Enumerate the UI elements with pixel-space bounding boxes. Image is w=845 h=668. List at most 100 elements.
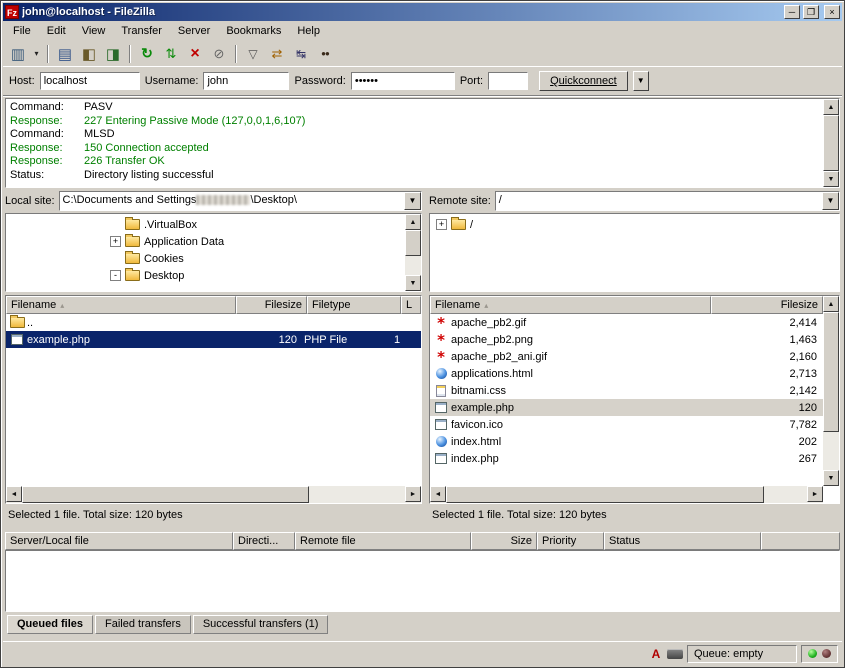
scroll-down-icon[interactable]: ▼ — [405, 275, 421, 291]
directory-comparison-icon[interactable]: ⇄ — [266, 43, 288, 65]
quickconnect-dropdown-icon[interactable]: ▼ — [633, 71, 649, 91]
file-row[interactable]: * apache_pb2.png 1,463 — [430, 331, 823, 348]
scroll-up-icon[interactable]: ▲ — [823, 296, 839, 312]
menu-bookmarks[interactable]: Bookmarks — [218, 23, 289, 39]
remote-list-hscrollbar[interactable]: ◄ ► — [430, 486, 823, 503]
column-header-filesize[interactable]: Filesize — [711, 296, 823, 314]
file-row[interactable]: index.html 202 — [430, 433, 823, 450]
tree-expander-icon[interactable]: + — [436, 219, 447, 230]
ico-file-icon — [433, 419, 449, 430]
menu-transfer[interactable]: Transfer — [113, 23, 170, 39]
column-header-filename[interactable]: Filename▴ — [6, 296, 236, 314]
host-input[interactable] — [40, 72, 140, 90]
file-row-parent-dir[interactable]: .. — [6, 314, 421, 331]
combo-dropdown-icon[interactable]: ▼ — [404, 192, 421, 210]
folder-icon — [9, 317, 25, 328]
file-row[interactable]: applications.html 2,713 — [430, 365, 823, 382]
queue-column-priority[interactable]: Priority — [537, 532, 604, 550]
local-site-combo[interactable]: C:\Documents and Settings\Desktop\ ▼ — [59, 191, 422, 211]
scroll-thumb[interactable] — [823, 115, 839, 171]
file-row-selected[interactable]: example.php 120 — [430, 399, 823, 416]
refresh-icon[interactable]: ↻ — [136, 43, 158, 65]
queue-column-remote-file[interactable]: Remote file — [295, 532, 471, 550]
tab-queued-files[interactable]: Queued files — [7, 615, 93, 634]
menu-server[interactable]: Server — [170, 23, 218, 39]
scroll-right-icon[interactable]: ► — [405, 486, 421, 502]
menu-file[interactable]: File — [5, 23, 39, 39]
scroll-up-icon[interactable]: ▲ — [405, 214, 421, 230]
queue-column-size[interactable]: Size — [471, 532, 537, 550]
combo-dropdown-icon[interactable]: ▼ — [822, 192, 839, 210]
local-list-body: .. example.php 120 PHP File 1 — [6, 314, 421, 486]
queue-column-direction[interactable]: Directi... — [233, 532, 295, 550]
column-header-filename[interactable]: Filename▴ — [430, 296, 711, 314]
scroll-thumb[interactable] — [405, 230, 421, 256]
quickconnect-bar: Host: Username: Password: Port: Quickcon… — [3, 67, 842, 96]
pane-splitter[interactable] — [3, 525, 842, 532]
column-header-filesize[interactable]: Filesize — [236, 296, 307, 314]
minimize-button[interactable]: ─ — [784, 5, 800, 19]
password-input[interactable] — [351, 72, 455, 90]
local-list-hscrollbar[interactable]: ◄ ► — [6, 486, 421, 503]
remote-site-combo[interactable]: / ▼ — [495, 191, 840, 211]
synchronized-browsing-icon[interactable]: ↹ — [290, 43, 312, 65]
queue-column-status[interactable]: Status — [604, 532, 761, 550]
scroll-thumb[interactable] — [446, 486, 764, 503]
scroll-left-icon[interactable]: ◄ — [6, 486, 22, 502]
file-row[interactable]: * apache_pb2_ani.gif 2,160 — [430, 348, 823, 365]
close-button[interactable]: × — [824, 5, 840, 19]
queue-column-server-local-file[interactable]: Server/Local file — [5, 532, 233, 550]
file-row[interactable]: index.php 267 — [430, 450, 823, 467]
scroll-down-icon[interactable]: ▼ — [823, 171, 839, 187]
scroll-up-icon[interactable]: ▲ — [823, 99, 839, 115]
scroll-left-icon[interactable]: ◄ — [430, 486, 446, 502]
log-message: MLSD — [84, 128, 115, 142]
log-scrollbar[interactable]: ▲ ▼ — [823, 99, 839, 187]
menu-view[interactable]: View — [74, 23, 114, 39]
toolbar: ▥ ▾ ▤ ◧ ◨ ↻ ⇅ × ⊘ ▽ ⇄ ↹ ●● — [3, 41, 842, 67]
tree-item-virtualbox[interactable]: .VirtualBox — [6, 216, 403, 233]
tree-item-root[interactable]: + / — [430, 216, 839, 233]
file-row[interactable]: bitnami.css 2,142 — [430, 382, 823, 399]
toggle-remote-tree-icon[interactable]: ◨ — [102, 43, 124, 65]
toggle-local-tree-icon[interactable]: ◧ — [78, 43, 100, 65]
cancel-icon[interactable]: × — [184, 43, 206, 65]
menu-help[interactable]: Help — [289, 23, 328, 39]
tree-expander-icon[interactable]: - — [110, 270, 121, 281]
file-row[interactable]: favicon.ico 7,782 — [430, 416, 823, 433]
tab-failed-transfers[interactable]: Failed transfers — [95, 615, 191, 634]
tree-item-desktop[interactable]: - Desktop — [6, 267, 403, 284]
tree-item-cookies[interactable]: Cookies — [6, 250, 403, 267]
username-input[interactable] — [203, 72, 289, 90]
tree-expander-icon[interactable]: + — [110, 236, 121, 247]
site-manager-icon[interactable]: ▥ — [7, 43, 29, 65]
remote-list-header: Filename▴ Filesize — [430, 296, 823, 314]
scroll-down-icon[interactable]: ▼ — [823, 470, 839, 486]
tab-successful-transfers[interactable]: Successful transfers (1) — [193, 615, 329, 634]
scroll-right-icon[interactable]: ► — [807, 486, 823, 502]
column-header-lastmodified[interactable]: L — [401, 296, 421, 314]
menu-bar: File Edit View Transfer Server Bookmarks… — [3, 21, 842, 41]
quickconnect-button[interactable]: Quickconnect — [539, 71, 628, 91]
site-manager-dropdown-icon[interactable]: ▾ — [31, 43, 42, 65]
disconnect-icon[interactable]: ⊘ — [208, 43, 230, 65]
remote-selection-status: Selected 1 file. Total size: 120 bytes — [422, 509, 840, 521]
remote-list-vscrollbar[interactable]: ▲ ▼ — [823, 296, 839, 486]
file-row[interactable]: * apache_pb2.gif 2,414 — [430, 314, 823, 331]
toggle-message-log-icon[interactable]: ▤ — [54, 43, 76, 65]
toggle-queue-icon[interactable]: ⇅ — [160, 43, 182, 65]
php-file-icon — [9, 334, 25, 345]
html-file-icon — [433, 368, 449, 379]
file-row-example-php[interactable]: example.php 120 PHP File 1 — [6, 331, 421, 348]
filter-icon[interactable]: ▽ — [242, 43, 264, 65]
tree-item-application-data[interactable]: + Application Data — [6, 233, 403, 250]
scroll-thumb[interactable] — [22, 486, 309, 503]
maximize-button[interactable]: ❐ — [803, 5, 819, 19]
scroll-thumb[interactable] — [823, 312, 839, 432]
file-name: apache_pb2_ani.gif — [449, 351, 719, 363]
find-files-icon[interactable]: ●● — [314, 43, 336, 65]
column-header-filetype[interactable]: Filetype — [307, 296, 401, 314]
local-tree-scrollbar[interactable]: ▲ ▼ — [405, 214, 421, 291]
port-input[interactable] — [488, 72, 528, 90]
menu-edit[interactable]: Edit — [39, 23, 74, 39]
